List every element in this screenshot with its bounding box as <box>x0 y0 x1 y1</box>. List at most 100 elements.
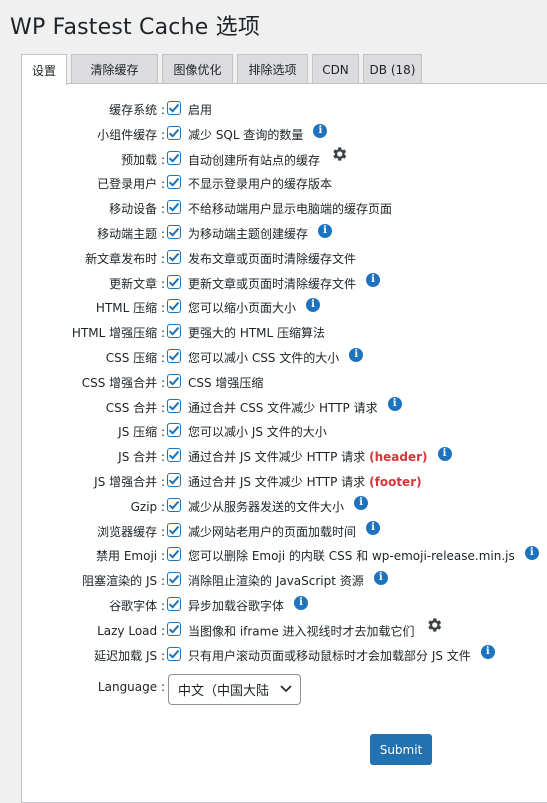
setting-row: 禁用 Emoji : 您可以删除 Emoji 的内联 CSS 和 wp-emoji… <box>0 544 547 568</box>
setting-row: CSS 增强合并 : CSS 增强压缩 <box>0 371 547 395</box>
info-icon[interactable]: i <box>366 521 381 536</box>
setting-row: 谷歌字体 : 异步加载谷歌字体 i <box>0 594 547 618</box>
setting-description: 您可以缩小页面大小 i <box>188 296 321 320</box>
setting-checkbox[interactable] <box>167 473 181 487</box>
setting-row: 缓存系统 : 启用 <box>0 98 547 122</box>
setting-checkbox[interactable] <box>167 522 181 537</box>
setting-checkbox[interactable] <box>167 101 181 115</box>
gear-icon[interactable] <box>425 616 443 642</box>
info-icon[interactable]: i <box>294 595 309 610</box>
setting-label: Lazy Load : <box>97 623 165 638</box>
setting-description-text: 为移动端主题创建缓存 <box>188 227 309 241</box>
setting-description: 通过合并 CSS 文件减少 HTTP 请求 i <box>188 396 402 420</box>
language-label: Language : <box>97 680 165 694</box>
setting-row: 浏览器缓存 : 减少网站老用户的页面加载时间 i <box>0 520 547 544</box>
setting-row: CSS 压缩 : 您可以减小 CSS 文件的大小 i <box>0 346 547 370</box>
setting-checkbox[interactable] <box>167 597 181 611</box>
setting-description: 为移动端主题创建缓存 i <box>188 222 333 246</box>
setting-row: JS 合并 : 通过合并 JS 文件减少 HTTP 请求 (header) i <box>0 445 547 469</box>
setting-row: 已登录用户 : 不显示登录用户的缓存版本 <box>0 172 547 196</box>
setting-checkbox[interactable] <box>167 621 181 636</box>
info-icon[interactable]: i <box>373 570 388 585</box>
setting-row: Lazy Load : 当图像和 iframe 进入视线时才去加载它们 <box>0 616 547 643</box>
setting-checkbox[interactable] <box>167 200 181 215</box>
setting-description-text: 您可以删除 Emoji 的内联 CSS 和 wp-emoji-release.m… <box>188 549 515 564</box>
setting-label: CSS 合并 : <box>105 400 165 415</box>
language-select[interactable]: 中文（中国大陆 <box>168 674 301 705</box>
tab-cdn[interactable]: CDN <box>312 54 359 84</box>
info-icon[interactable]: i <box>387 397 402 412</box>
info-icon[interactable]: i <box>354 496 369 511</box>
language-value: 中文（中国大陆 <box>178 684 270 699</box>
setting-description-text: 更强大的 HTML 压缩算法 <box>188 326 326 341</box>
setting-label: JS 压缩 : <box>118 425 165 440</box>
setting-checkbox[interactable] <box>167 646 181 661</box>
info-icon[interactable]: i <box>366 273 381 288</box>
setting-description-text: 通过合并 JS 文件减少 HTTP 请求 <box>188 475 366 489</box>
setting-description-text: 不显示登录用户的缓存版本 <box>188 177 333 192</box>
setting-row: 延迟加载 JS : 只有用户滚动页面或移动鼠标时才会加载部分 JS 文件 i <box>0 644 547 668</box>
setting-label: 小组件缓存 : <box>97 127 165 142</box>
setting-description: 减少 SQL 查询的数量 i <box>188 123 328 147</box>
setting-label: JS 增强合并 : <box>94 475 165 489</box>
setting-row: JS 压缩 : 您可以减小 JS 文件的大小 <box>0 420 547 444</box>
setting-description-text: 您可以减小 CSS 文件的大小 <box>188 351 340 365</box>
tab-exclude[interactable]: 排除选项 <box>237 54 308 84</box>
setting-checkbox[interactable] <box>167 324 181 339</box>
setting-row: 阻塞渲染的 JS : 消除阻止渲染的 JavaScript 资源 i <box>0 569 547 593</box>
info-icon[interactable]: i <box>480 645 495 660</box>
setting-checkbox[interactable] <box>167 249 181 264</box>
setting-label: 预加载 : <box>121 152 165 167</box>
setting-checkbox[interactable] <box>167 448 181 463</box>
tab-image-optimization[interactable]: 图像优化 <box>162 54 233 84</box>
setting-checkbox[interactable] <box>167 225 181 239</box>
setting-checkbox[interactable] <box>167 349 181 363</box>
tab-db[interactable]: DB (18) <box>363 54 422 84</box>
tab-clear-cache[interactable]: 清除缓存 <box>71 54 158 84</box>
setting-checkbox[interactable] <box>167 299 181 314</box>
gear-icon[interactable] <box>330 145 348 171</box>
setting-checkbox[interactable] <box>167 547 181 562</box>
setting-description-text: 更新文章或页面时清除缓存文件 <box>188 276 357 291</box>
setting-description-text: 不给移动端用户显示电脑端的缓存页面 <box>188 202 393 217</box>
setting-highlight: (footer) <box>369 475 422 489</box>
info-icon[interactable]: i <box>524 545 539 560</box>
setting-checkbox[interactable] <box>167 373 181 388</box>
setting-label: HTML 增强压缩 : <box>71 326 165 341</box>
setting-row: Gzip : 减少从服务器发送的文件大小 i <box>0 495 547 519</box>
setting-description-text: 减少网站老用户的页面加载时间 <box>188 524 357 539</box>
setting-row: CSS 合并 : 通过合并 CSS 文件减少 HTTP 请求 i <box>0 396 547 420</box>
info-icon[interactable]: i <box>437 446 452 461</box>
setting-checkbox[interactable] <box>167 398 181 413</box>
submit-button[interactable]: Submit <box>370 734 432 765</box>
setting-label: CSS 压缩 : <box>105 351 165 365</box>
tab-settings[interactable]: 设置 <box>21 54 67 85</box>
setting-description: 不显示登录用户的缓存版本 <box>188 172 332 196</box>
setting-row: 预加载 : 自动创建所有站点的缓存 <box>0 145 547 172</box>
setting-checkbox[interactable] <box>167 175 181 190</box>
info-icon[interactable]: i <box>318 223 333 238</box>
info-icon[interactable]: i <box>349 347 364 362</box>
setting-description: 您可以减小 CSS 文件的大小 i <box>188 346 364 370</box>
setting-description: 消除阻止渲染的 JavaScript 资源 i <box>188 569 388 593</box>
setting-checkbox[interactable] <box>167 150 181 165</box>
setting-row: 移动端主题 : 为移动端主题创建缓存 i <box>0 222 547 246</box>
setting-description: 减少从服务器发送的文件大小 i <box>188 495 369 519</box>
setting-checkbox[interactable] <box>167 125 181 140</box>
setting-checkbox[interactable] <box>167 572 181 587</box>
setting-description: 您可以减小 JS 文件的大小 <box>188 420 327 444</box>
setting-description: 不给移动端用户显示电脑端的缓存页面 <box>188 197 392 221</box>
setting-description-text: 通过合并 CSS 文件减少 HTTP 请求 <box>188 400 378 415</box>
setting-description-text: 启用 <box>188 103 213 117</box>
setting-description-text: CSS 增强压缩 <box>188 375 264 390</box>
setting-description: 您可以删除 Emoji 的内联 CSS 和 wp-emoji-release.m… <box>188 544 539 568</box>
setting-checkbox[interactable] <box>167 423 181 438</box>
info-icon[interactable]: i <box>306 297 321 312</box>
setting-checkbox[interactable] <box>167 497 181 512</box>
setting-description: 通过合并 JS 文件减少 HTTP 请求 (header) i <box>188 445 452 469</box>
setting-label: 阻塞渲染的 JS : <box>82 574 165 589</box>
setting-checkbox[interactable] <box>167 274 181 289</box>
setting-label: 新文章发布时 : <box>85 251 165 266</box>
info-icon[interactable]: i <box>313 124 328 139</box>
setting-label: 谷歌字体 : <box>109 599 165 613</box>
